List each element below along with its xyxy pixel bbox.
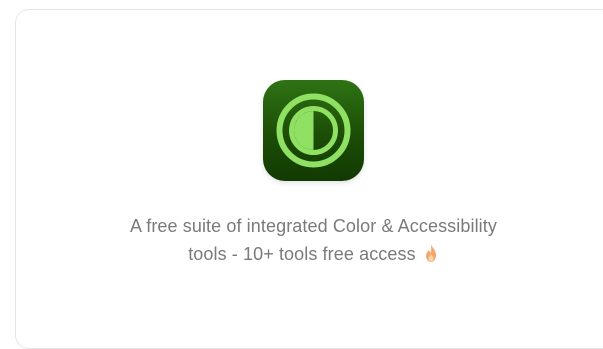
description-line-1: A free suite of integrated Color & Acces…: [130, 216, 497, 236]
contrast-icon: [276, 93, 351, 168]
description-line-2-text: tools - 10+ tools free access: [188, 244, 416, 264]
card-description: A free suite of integrated Color & Acces…: [0, 212, 603, 268]
description-line-2: tools - 10+ tools free access: [0, 240, 603, 268]
app-logo: [263, 80, 364, 181]
fire-icon: [425, 244, 436, 262]
